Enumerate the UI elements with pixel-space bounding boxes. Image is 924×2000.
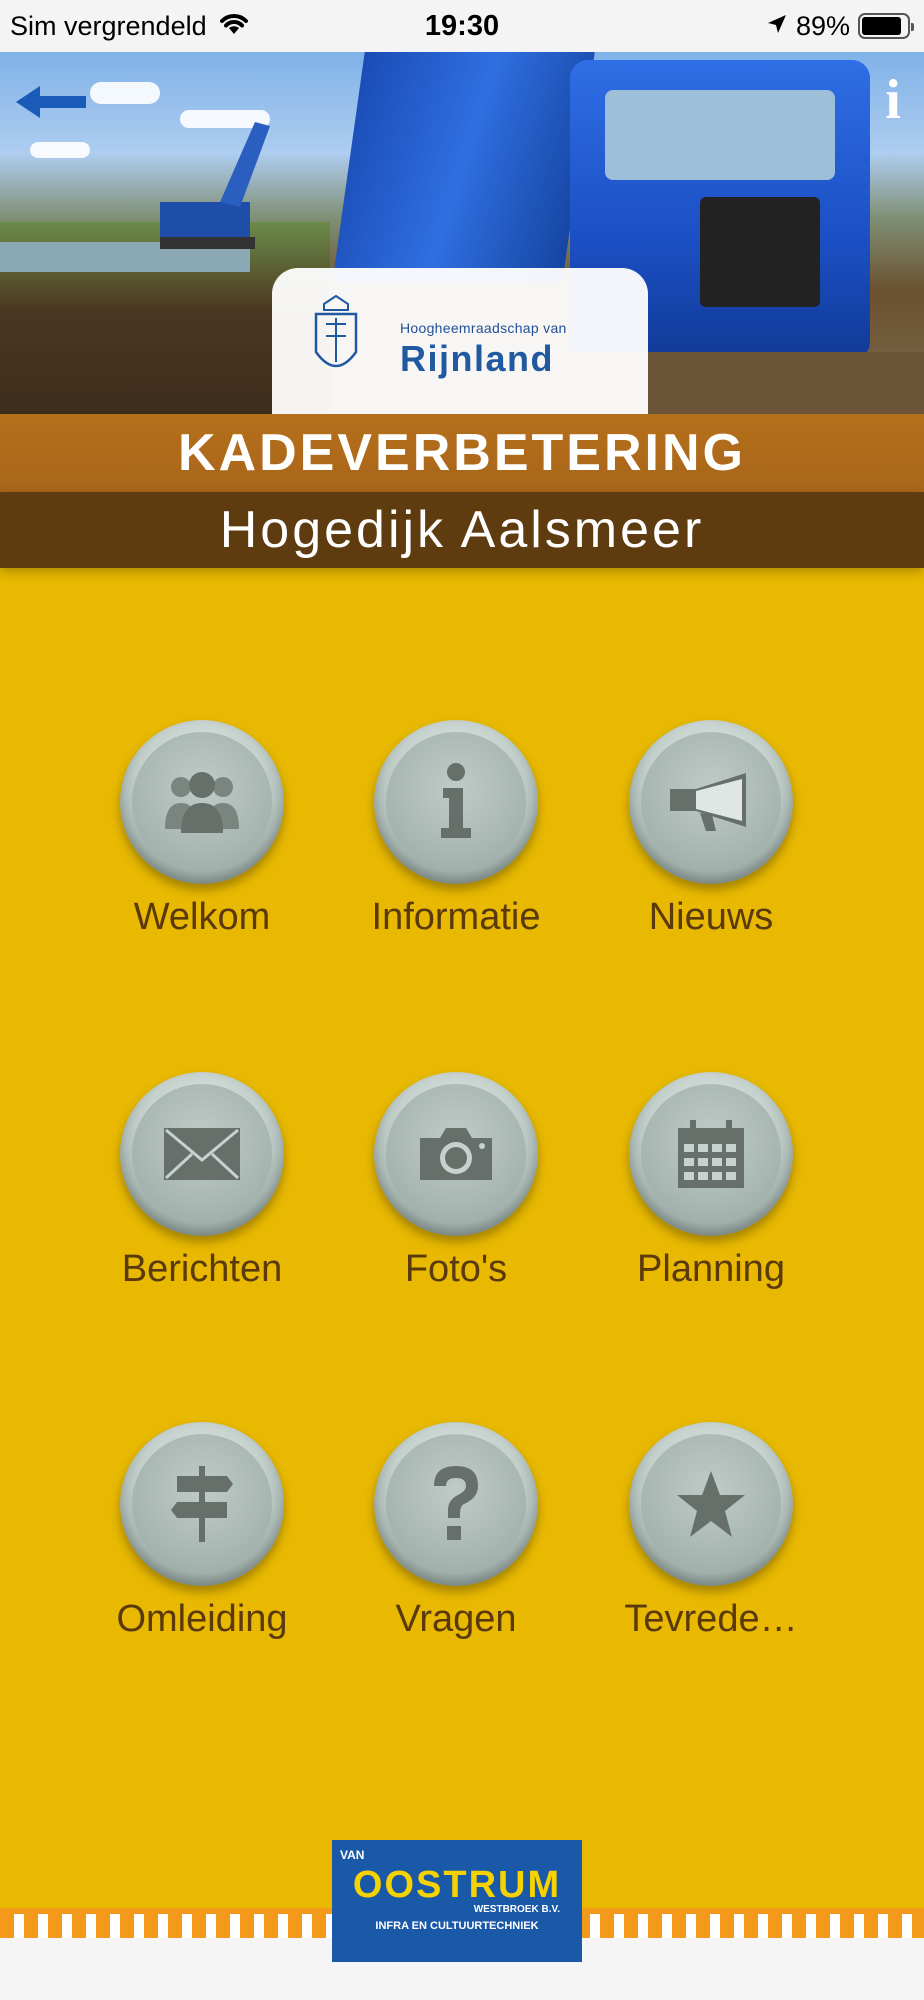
crest-icon (314, 294, 358, 368)
menu-label: Welkom (133, 896, 271, 938)
menu-label: Vragen (395, 1598, 517, 1640)
page-subtitle: Hogedijk Aalsmeer (219, 501, 705, 559)
subtitle-band: Hogedijk Aalsmeer (0, 492, 924, 568)
question-icon (386, 1434, 526, 1574)
carrier-label: Sim vergrendeld (10, 10, 207, 41)
menu-label: Berichten (121, 1248, 283, 1290)
megaphone-icon (641, 732, 781, 872)
logo-location: WESTBROEK B.V. (473, 1904, 560, 1915)
calendar-icon (641, 1084, 781, 1224)
menu-item-fotos[interactable]: Foto's (341, 1072, 571, 1291)
menu-item-planning[interactable]: Planning (596, 1072, 826, 1291)
menu-item-berichten[interactable]: Berichten (87, 1072, 317, 1291)
signpost-icon (132, 1434, 272, 1574)
logo-brand: OOSTRUM (352, 1864, 562, 1906)
battery-icon (858, 13, 914, 39)
logo-subtitle: Hoogheemraadschap van (400, 320, 567, 336)
title-band: KADEVERBETERING (0, 414, 924, 492)
rijnland-logo: Hoogheemraadschap van Rijnland (272, 268, 648, 414)
menu-item-welkom[interactable]: Welkom (87, 720, 317, 939)
logo-van: VAN (340, 1848, 365, 1862)
menu-item-informatie[interactable]: Informatie (341, 720, 571, 939)
status-bar: Sim vergrendeld 19:30 89% (0, 0, 924, 52)
envelope-icon (132, 1084, 272, 1224)
status-right: 89% (766, 10, 914, 42)
excavator-graphic (160, 122, 270, 249)
menu-label: Omleiding (116, 1598, 288, 1640)
status-left: Sim vergrendeld (10, 10, 251, 43)
logo-name: Rijnland (400, 338, 554, 379)
menu-item-nieuws[interactable]: Nieuws (596, 720, 826, 939)
menu-item-vragen[interactable]: Vragen (341, 1422, 571, 1641)
page-title: KADEVERBETERING (178, 424, 746, 482)
camera-icon (386, 1084, 526, 1224)
logo-tagline: INFRA EN CULTUURTECHNIEK (332, 1920, 582, 1932)
oostrum-logo: VAN OOSTRUM WESTBROEK B.V. INFRA EN CULT… (332, 1840, 582, 1962)
people-icon (132, 732, 272, 872)
location-arrow-icon (766, 11, 788, 42)
back-button[interactable] (12, 80, 92, 124)
truck-bed (332, 52, 598, 282)
battery-percentage: 89% (795, 10, 850, 41)
star-icon (641, 1434, 781, 1574)
battery-fill (862, 17, 902, 35)
menu-label: Informatie (371, 896, 541, 938)
menu-label: Nieuws (648, 896, 774, 938)
info-button[interactable]: i (876, 72, 910, 128)
info-icon (386, 732, 526, 872)
menu-label: Tevrede… (624, 1598, 798, 1640)
wifi-icon (217, 10, 251, 43)
menu-label: Planning (637, 1248, 785, 1290)
menu-item-tevredenheid[interactable]: Tevrede… (596, 1422, 826, 1641)
menu-item-omleiding[interactable]: Omleiding (87, 1422, 317, 1641)
arrow-left-icon (16, 86, 86, 118)
menu-label: Foto's (404, 1248, 508, 1290)
